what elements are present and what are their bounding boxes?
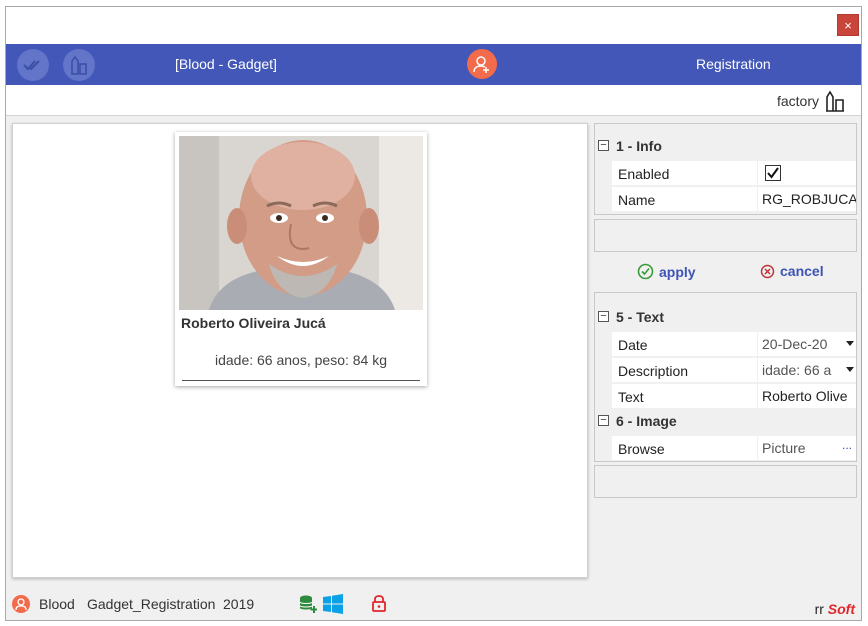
double-check-icon — [23, 60, 40, 71]
windows-icon[interactable] — [323, 594, 343, 617]
status-bar: Blood Gadget_Registration 2019 rr Soft — [6, 591, 861, 621]
dropdown-arrow-icon[interactable] — [846, 367, 854, 372]
app-header: [Blood - Gadget] Registration — [6, 44, 861, 85]
card-name: Roberto Oliveira Jucá — [181, 315, 326, 331]
property-value — [757, 161, 856, 186]
user-name: Blood — [39, 596, 75, 612]
description-field[interactable]: idade: 66 a — [757, 358, 856, 383]
collapse-icon[interactable]: − — [598, 140, 609, 151]
person-photo — [179, 136, 423, 310]
cancel-circle-icon — [760, 264, 775, 278]
property-grid-text: − 5 - Text Date 20-Dec-20 Description id… — [594, 292, 857, 462]
year-label: 2019 — [223, 596, 255, 612]
property-description-pane-2 — [594, 465, 857, 498]
cancel-button[interactable]: cancel — [760, 263, 824, 279]
browse-field[interactable]: Picture ... — [757, 436, 856, 461]
database-add-icon[interactable] — [299, 594, 317, 617]
factory-icon — [71, 55, 87, 75]
category-info[interactable]: − 1 - Info — [595, 136, 856, 158]
close-button[interactable]: × — [837, 14, 859, 36]
property-row-browse: Browse Picture ... — [612, 435, 856, 461]
date-field[interactable]: 20-Dec-20 — [757, 332, 856, 357]
property-row-name: Name RG_ROBJUCA — [612, 186, 856, 212]
property-grid-info: − 1 - Info Enabled Name RG_ROBJUCA — [594, 123, 857, 215]
date-value: 20-Dec-20 — [762, 336, 828, 352]
card-divider — [182, 380, 420, 381]
browse-value: Picture — [762, 440, 806, 456]
registration-title: Registration — [696, 56, 771, 72]
user-status-icon[interactable] — [12, 595, 30, 616]
text-field[interactable]: Roberto Olive — [757, 384, 856, 409]
check-circle-icon — [637, 263, 654, 280]
category-text[interactable]: − 5 - Text — [595, 307, 856, 329]
sub-toolbar: factory — [6, 85, 861, 116]
apply-button[interactable]: apply — [637, 263, 696, 280]
property-name: Enabled — [618, 166, 670, 182]
property-name: Name — [618, 192, 656, 208]
factory-label: factory — [776, 93, 819, 109]
factory-icon[interactable] — [825, 90, 845, 115]
user-button[interactable] — [467, 49, 497, 79]
check-all-button[interactable] — [17, 49, 49, 81]
lock-icon[interactable] — [372, 594, 386, 615]
property-name: Description — [618, 363, 689, 379]
add-user-icon — [473, 56, 489, 73]
gadget-canvas: Roberto Oliveira Jucá idade: 66 anos, pe… — [12, 123, 588, 578]
property-row-description: Description idade: 66 a — [612, 357, 856, 383]
property-name: Date — [618, 337, 648, 353]
name-field[interactable]: RG_ROBJUCA — [757, 187, 856, 212]
collapse-icon[interactable]: − — [598, 415, 609, 426]
collapse-icon[interactable]: − — [598, 311, 609, 322]
card-description: idade: 66 anos, peso: 84 kg — [214, 352, 388, 368]
property-row-text: Text Roberto Olive — [612, 383, 856, 409]
app-window: × [Blood - Gadget] Registration factory — [5, 6, 862, 621]
module-name: Gadget_Registration — [87, 596, 216, 612]
property-name: Text — [618, 389, 644, 405]
property-description-pane — [594, 219, 857, 252]
check-icon — [767, 167, 779, 179]
title-bar: × — [6, 7, 861, 44]
category-image[interactable]: − 6 - Image — [595, 411, 856, 433]
gadget-card[interactable]: Roberto Oliveira Jucá idade: 66 anos, pe… — [175, 132, 427, 386]
property-row-enabled: Enabled — [612, 160, 856, 186]
cancel-label: cancel — [780, 263, 824, 279]
description-value: idade: 66 a — [762, 362, 832, 378]
gadget-title: [Blood - Gadget] — [175, 56, 277, 72]
browse-button[interactable]: ... — [842, 438, 852, 452]
factory-header-button[interactable] — [63, 49, 95, 81]
dropdown-arrow-icon[interactable] — [846, 341, 854, 346]
brand-logo: rr Soft — [814, 601, 855, 617]
property-row-date: Date 20-Dec-20 — [612, 331, 856, 357]
enabled-checkbox[interactable] — [765, 165, 781, 181]
apply-label: apply — [659, 263, 696, 280]
property-name: Browse — [618, 441, 665, 457]
